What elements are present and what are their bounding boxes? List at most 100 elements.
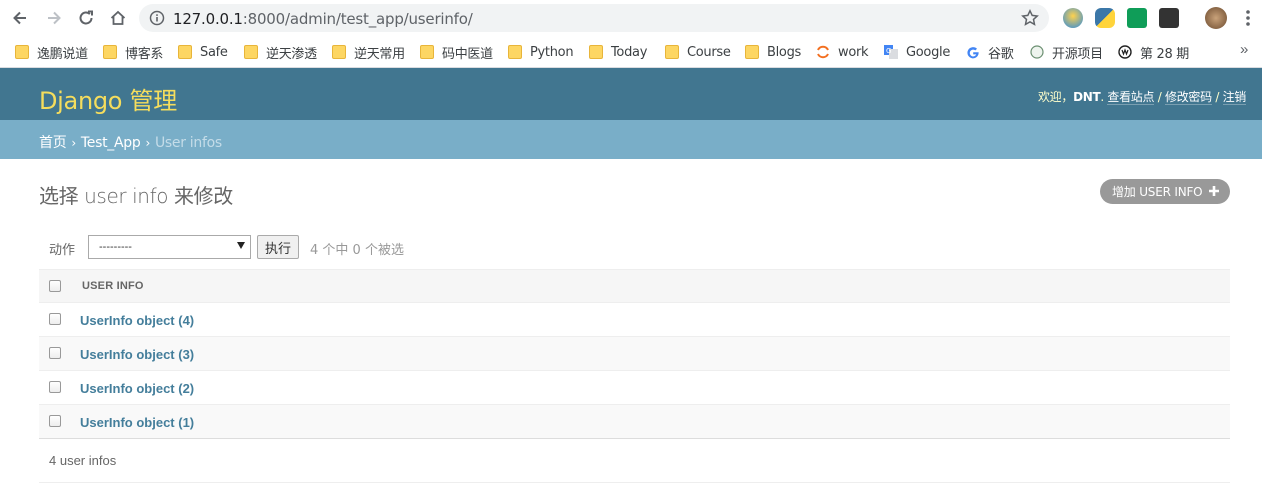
view-site-link[interactable]: 查看站点 bbox=[1107, 90, 1155, 105]
table-row: UserInfo object (2) bbox=[39, 371, 1230, 405]
folder-icon bbox=[178, 45, 192, 59]
row-link[interactable]: UserInfo object (1) bbox=[80, 415, 194, 430]
bookmark-label: 第 28 期 bbox=[1140, 46, 1190, 62]
add-user-info-button[interactable]: 增加 USER INFO bbox=[1100, 179, 1230, 204]
bookmark-item[interactable]: Course bbox=[665, 43, 731, 61]
separator: / bbox=[1211, 90, 1223, 104]
reload-button[interactable] bbox=[74, 6, 98, 30]
forward-button[interactable] bbox=[42, 6, 66, 30]
google-icon bbox=[967, 47, 979, 59]
back-button[interactable] bbox=[8, 6, 32, 30]
column-header-user-info[interactable]: USER INFO bbox=[82, 280, 144, 292]
table-row: UserInfo object (3) bbox=[39, 337, 1230, 371]
breadcrumb-home[interactable]: 首页 bbox=[39, 135, 67, 151]
issue-icon bbox=[1118, 45, 1132, 59]
bookmark-label: Course bbox=[687, 44, 731, 60]
bookmark-item[interactable]: G Google bbox=[884, 43, 950, 61]
select-all-checkbox[interactable] bbox=[49, 280, 61, 292]
folder-icon bbox=[665, 45, 679, 59]
site-header: Django 管理 欢迎，DNT. 查看站点 / 修改密码 / 注销 bbox=[0, 68, 1262, 120]
bookmark-item[interactable]: Safe bbox=[178, 43, 228, 61]
bookmark-label: 逆天渗透 bbox=[266, 46, 317, 62]
row-checkbox[interactable] bbox=[49, 347, 61, 359]
profile-avatar[interactable] bbox=[1205, 7, 1227, 29]
work-icon bbox=[817, 45, 829, 59]
actions-bar: 动作 --------- 执行 4 个中 0 个被选 bbox=[39, 230, 1230, 262]
row-checkbox[interactable] bbox=[49, 381, 61, 393]
bookmark-item[interactable]: 博客系 bbox=[103, 43, 164, 62]
shield-extension-icon[interactable] bbox=[1127, 8, 1147, 28]
bookmark-item[interactable]: Today bbox=[589, 43, 647, 61]
back-arrow-icon bbox=[13, 11, 26, 25]
table-row: UserInfo object (4) bbox=[39, 303, 1230, 337]
info-icon[interactable] bbox=[149, 10, 165, 26]
result-list-table: USER INFO UserInfo object (4) UserInfo o… bbox=[39, 269, 1230, 439]
action-select-value: --------- bbox=[99, 241, 132, 253]
bookmark-item[interactable]: 码中医道 bbox=[420, 43, 493, 62]
row-checkbox[interactable] bbox=[49, 415, 61, 427]
extension-icon[interactable] bbox=[1063, 8, 1083, 28]
terminal-extension-icon[interactable] bbox=[1159, 8, 1179, 28]
bookmark-item[interactable]: 逆天渗透 bbox=[244, 43, 317, 62]
bookmark-item[interactable]: 第 28 期 bbox=[1118, 43, 1190, 62]
run-action-button[interactable]: 执行 bbox=[257, 235, 299, 259]
folder-icon bbox=[15, 45, 29, 59]
url-path: :8000/admin/test_app/userinfo/ bbox=[242, 10, 473, 28]
folder-icon bbox=[332, 45, 346, 59]
folder-icon bbox=[589, 45, 603, 59]
address-bar[interactable]: 127.0.0.1:8000/admin/test_app/userinfo/ bbox=[139, 4, 1049, 32]
python-extension-icon[interactable] bbox=[1095, 8, 1115, 28]
add-button-label: 增加 USER INFO bbox=[1112, 185, 1203, 199]
bookmark-label: 逆天常用 bbox=[354, 46, 405, 62]
row-link[interactable]: UserInfo object (2) bbox=[80, 381, 194, 396]
url-host: 127.0.0.1 bbox=[173, 10, 243, 28]
bookmark-label: 博客系 bbox=[125, 46, 164, 62]
user-tools: 欢迎，DNT. 查看站点 / 修改密码 / 注销 bbox=[1038, 88, 1246, 105]
result-count: 4 user infos bbox=[49, 453, 117, 468]
bookmark-item[interactable]: Blogs bbox=[745, 43, 801, 61]
home-button[interactable] bbox=[106, 6, 130, 30]
reload-icon bbox=[79, 10, 93, 25]
row-checkbox[interactable] bbox=[49, 313, 61, 325]
bookmark-label: Python bbox=[530, 44, 574, 60]
selection-counter: 4 个中 0 个被选 bbox=[310, 243, 404, 258]
bookmark-label: 逸鹏说道 bbox=[37, 46, 88, 62]
breadcrumb-separator: › bbox=[145, 136, 150, 150]
folder-icon bbox=[103, 45, 117, 59]
page-title: 选择 user info 来修改 bbox=[39, 184, 233, 208]
google-translate-icon: G bbox=[884, 45, 898, 59]
row-link[interactable]: UserInfo object (4) bbox=[80, 313, 194, 328]
bookmark-label: 码中医道 bbox=[442, 46, 493, 62]
bookmark-label: work bbox=[838, 44, 869, 60]
bookmark-star-icon[interactable] bbox=[1021, 9, 1039, 27]
bookmarks-overflow-button[interactable]: » bbox=[1240, 41, 1248, 58]
bookmark-item[interactable]: 逸鹏说道 bbox=[15, 43, 88, 62]
bookmark-label: 开源项目 bbox=[1052, 46, 1103, 62]
row-link[interactable]: UserInfo object (3) bbox=[80, 347, 194, 362]
breadcrumb-current: User infos bbox=[154, 135, 222, 151]
bookmarks-bar: 逸鹏说道 博客系 Safe 逆天渗透 逆天常用 码中医道 Python Toda… bbox=[0, 36, 1262, 68]
menu-kebab-icon[interactable] bbox=[1245, 9, 1251, 27]
logout-link[interactable]: 注销 bbox=[1222, 90, 1246, 105]
url-text[interactable]: 127.0.0.1:8000/admin/test_app/userinfo/ bbox=[173, 10, 473, 28]
bookmark-item[interactable]: 谷歌 bbox=[966, 43, 1014, 62]
bookmark-label: Today bbox=[611, 44, 648, 60]
folder-icon bbox=[420, 45, 434, 59]
open-source-icon bbox=[1030, 45, 1044, 59]
home-icon bbox=[110, 10, 126, 25]
site-branding[interactable]: Django 管理 bbox=[39, 81, 177, 116]
breadcrumb-separator: › bbox=[71, 136, 76, 150]
breadcrumb-app[interactable]: Test_App bbox=[81, 135, 141, 151]
bookmark-label: 谷歌 bbox=[988, 46, 1014, 62]
bookmark-item[interactable]: work bbox=[816, 43, 869, 61]
table-row: UserInfo object (1) bbox=[39, 405, 1230, 439]
bookmark-item[interactable]: Python bbox=[508, 43, 574, 61]
action-select[interactable]: --------- bbox=[88, 235, 251, 259]
bookmark-item[interactable]: 逆天常用 bbox=[332, 43, 405, 62]
bookmark-item[interactable]: 开源项目 bbox=[1030, 43, 1103, 62]
browser-toolbar: 127.0.0.1:8000/admin/test_app/userinfo/ bbox=[0, 0, 1262, 36]
welcome-text: 欢迎， bbox=[1037, 90, 1074, 104]
username: DNT bbox=[1073, 90, 1101, 104]
folder-icon bbox=[244, 45, 258, 59]
change-password-link[interactable]: 修改密码 bbox=[1165, 90, 1212, 105]
